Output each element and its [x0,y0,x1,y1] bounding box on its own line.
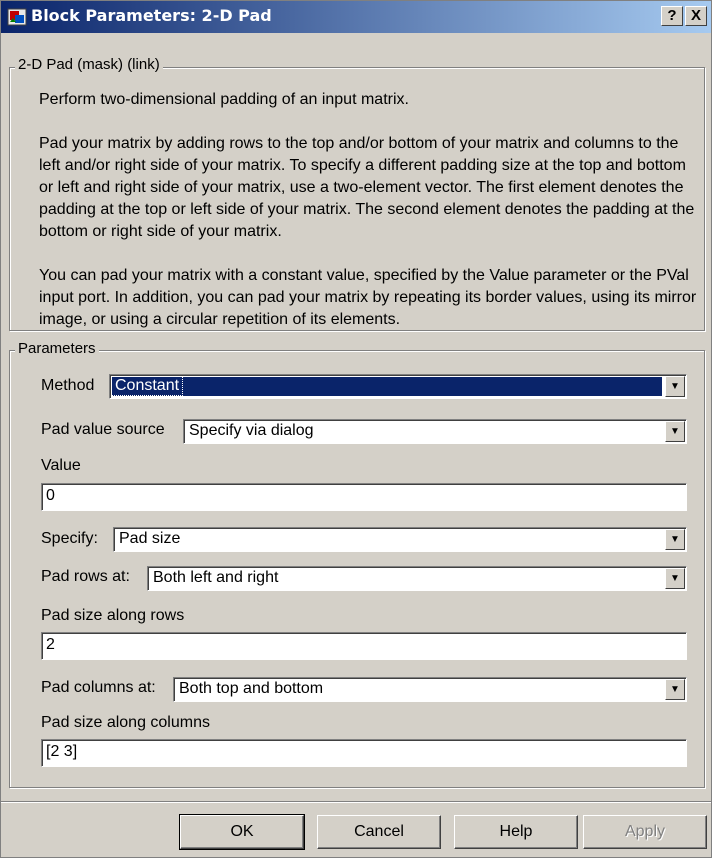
pad-value-source-label: Pad value source [41,421,165,438]
value-input[interactable] [46,487,626,505]
specify-value: Pad size [119,530,181,547]
title-bar[interactable]: Block Parameters: 2-D Pad ? X [1,1,711,33]
pad-size-rows-label: Pad size along rows [41,607,185,624]
pad-size-columns-label: Pad size along columns [41,714,210,731]
description-paragraph-1: Perform two-dimensional padding of an in… [39,91,409,108]
selection-highlight [112,377,662,396]
chevron-down-icon[interactable]: ▼ [665,529,685,550]
chevron-down-icon[interactable]: ▼ [665,421,685,442]
pad-value-source-select[interactable]: Specify via dialog ▼ [183,419,687,444]
specify-select[interactable]: Pad size ▼ [113,527,687,552]
chevron-down-icon[interactable]: ▼ [665,376,685,397]
help-button[interactable]: Help [454,815,578,849]
parameters-legend: Parameters [15,340,99,357]
description-paragraph-2: Pad your matrix by adding rows to the to… [39,135,695,240]
pad-value-source-value: Specify via dialog [189,422,314,439]
pad-columns-at-label: Pad columns at: [41,679,156,696]
pad-columns-at-value: Both top and bottom [179,680,324,697]
pad-size-rows-field[interactable] [41,632,687,660]
value-label: Value [41,457,81,474]
pad-rows-at-select[interactable]: Both left and right ▼ [147,566,687,591]
pad-columns-at-select[interactable]: Both top and bottom ▼ [173,677,687,702]
close-button[interactable]: X [685,6,707,26]
pad-rows-at-label: Pad rows at: [41,568,130,585]
specify-label: Specify: [41,530,98,547]
block-parameters-dialog: Block Parameters: 2-D Pad ? X 2-D Pad (m… [0,0,712,858]
method-label: Method [41,377,95,394]
mask-description: Perform two-dimensional padding of an in… [39,89,703,353]
ok-button[interactable]: OK [179,814,305,850]
chevron-down-icon[interactable]: ▼ [665,568,685,589]
pad-size-rows-input[interactable] [46,636,626,654]
method-select[interactable]: Constant ▼ [109,374,687,399]
chevron-down-icon[interactable]: ▼ [665,679,685,700]
apply-button[interactable]: Apply [583,815,707,849]
window-title: Block Parameters: 2-D Pad [31,6,272,25]
pad-rows-at-value: Both left and right [153,569,279,586]
pad-size-columns-field[interactable] [41,739,687,767]
method-value: Constant [110,376,184,396]
description-paragraph-3: You can pad your matrix with a constant … [39,267,697,328]
button-separator [1,801,711,803]
mask-legend: 2-D Pad (mask) (link) [15,56,163,73]
simulink-block-icon [7,7,27,27]
pad-size-columns-input[interactable] [46,743,626,761]
value-field[interactable] [41,483,687,511]
cancel-button[interactable]: Cancel [317,815,441,849]
help-title-button[interactable]: ? [661,6,683,26]
